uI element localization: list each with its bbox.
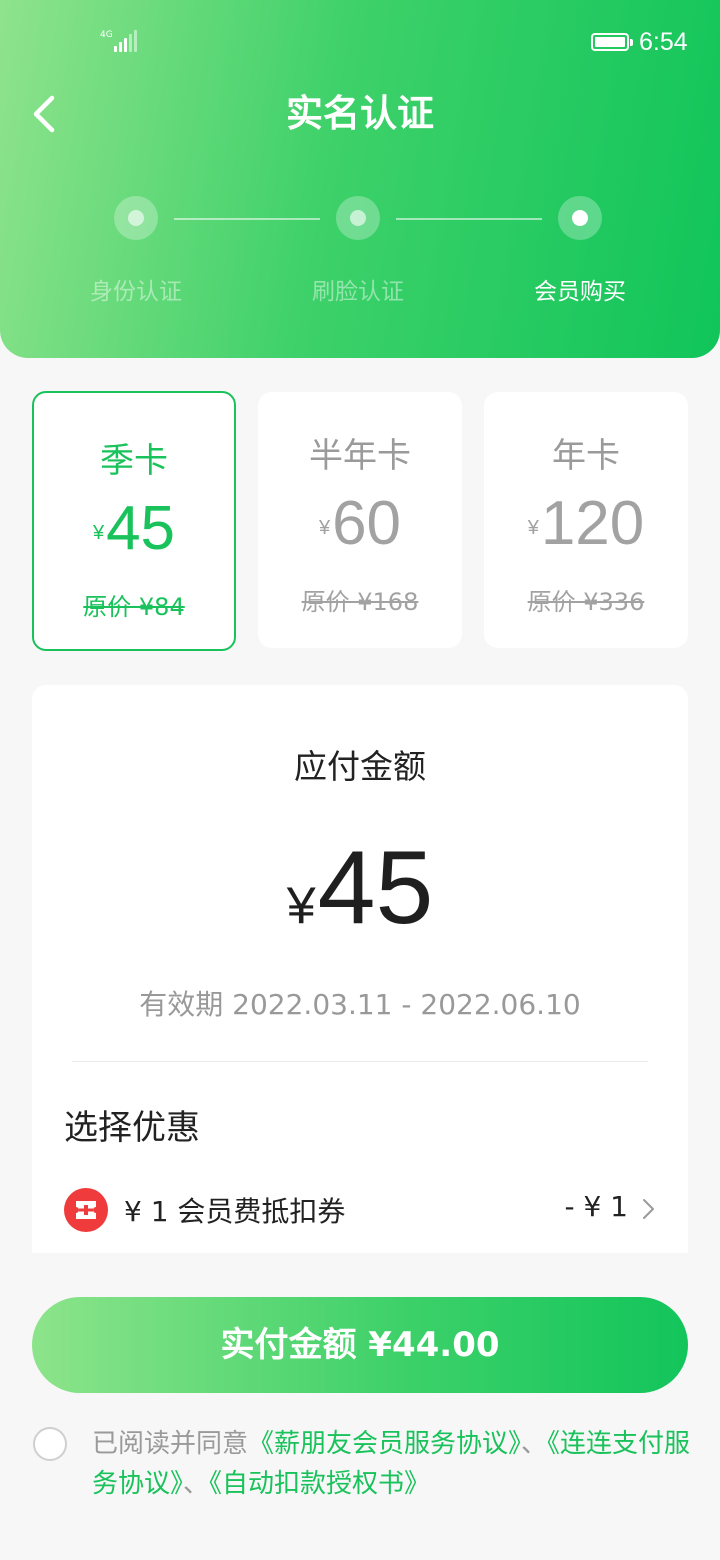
plan-card-quarterly[interactable]: 季卡 ¥45 原价 ¥84 bbox=[32, 391, 236, 651]
plan-price: ¥45 bbox=[92, 494, 176, 563]
step-label-face: 刷脸认证 bbox=[312, 279, 404, 305]
pay-button[interactable]: 实付金额 ¥44.00 bbox=[32, 1297, 688, 1393]
step-connector bbox=[396, 218, 542, 220]
plan-original-price: 原价 ¥168 bbox=[301, 588, 419, 616]
coupon-discount-value[interactable]: - ¥ 1 bbox=[540, 1190, 628, 1223]
status-time: 6:54 bbox=[639, 28, 688, 56]
agreement-text: 已阅读并同意《薪朋友会员服务协议》、《连连支付服务协议》、《自动扣款授权书》 bbox=[92, 1429, 691, 1499]
plan-name: 年卡 bbox=[552, 436, 620, 476]
battery-icon bbox=[591, 33, 633, 51]
plan-name: 季卡 bbox=[100, 441, 168, 481]
coupon-row[interactable]: ¥ 1 会员费抵扣券 bbox=[124, 1190, 345, 1230]
plan-card-yearly[interactable]: 年卡 ¥120 原价 ¥336 bbox=[484, 392, 688, 648]
signal-icon: 4G bbox=[100, 30, 140, 54]
network-type: 4G bbox=[100, 30, 113, 40]
auto-debit-authorization-link[interactable]: 《自动扣款授权书》 bbox=[209, 1469, 430, 1499]
member-service-agreement-link[interactable]: 《薪朋友会员服务协议》 bbox=[248, 1429, 521, 1459]
validity-period: 有效期 2022.03.11 - 2022.06.10 bbox=[139, 988, 581, 1021]
progress-steps: 身份认证 刷脸认证 会员购买 bbox=[0, 190, 720, 310]
plan-price: ¥120 bbox=[527, 489, 645, 558]
plan-name: 半年卡 bbox=[309, 436, 411, 476]
amount-due-value: ¥45 bbox=[286, 830, 434, 946]
discount-section-title: 选择优惠 bbox=[64, 1108, 200, 1148]
plan-card-half-year[interactable]: 半年卡 ¥60 原价 ¥168 bbox=[258, 392, 462, 648]
status-bar: 4G 6:54 bbox=[0, 0, 720, 84]
chevron-right-icon[interactable] bbox=[640, 1197, 656, 1221]
step-connector bbox=[174, 218, 320, 220]
step-dot-2 bbox=[336, 196, 380, 240]
plan-price: ¥60 bbox=[318, 489, 402, 558]
page-title: 实名认证 bbox=[286, 92, 434, 135]
amount-due-label: 应付金额 bbox=[294, 747, 426, 786]
coupon-icon bbox=[64, 1188, 108, 1232]
step-dot-3 bbox=[558, 196, 602, 240]
step-dot-1 bbox=[114, 196, 158, 240]
step-label-membership: 会员购买 bbox=[534, 279, 626, 305]
plan-original-price: 原价 ¥84 bbox=[83, 593, 185, 621]
step-label-identity: 身份认证 bbox=[90, 279, 182, 305]
divider bbox=[72, 1061, 648, 1062]
agreement-checkbox[interactable] bbox=[33, 1427, 67, 1461]
plan-original-price: 原价 ¥336 bbox=[527, 588, 645, 616]
